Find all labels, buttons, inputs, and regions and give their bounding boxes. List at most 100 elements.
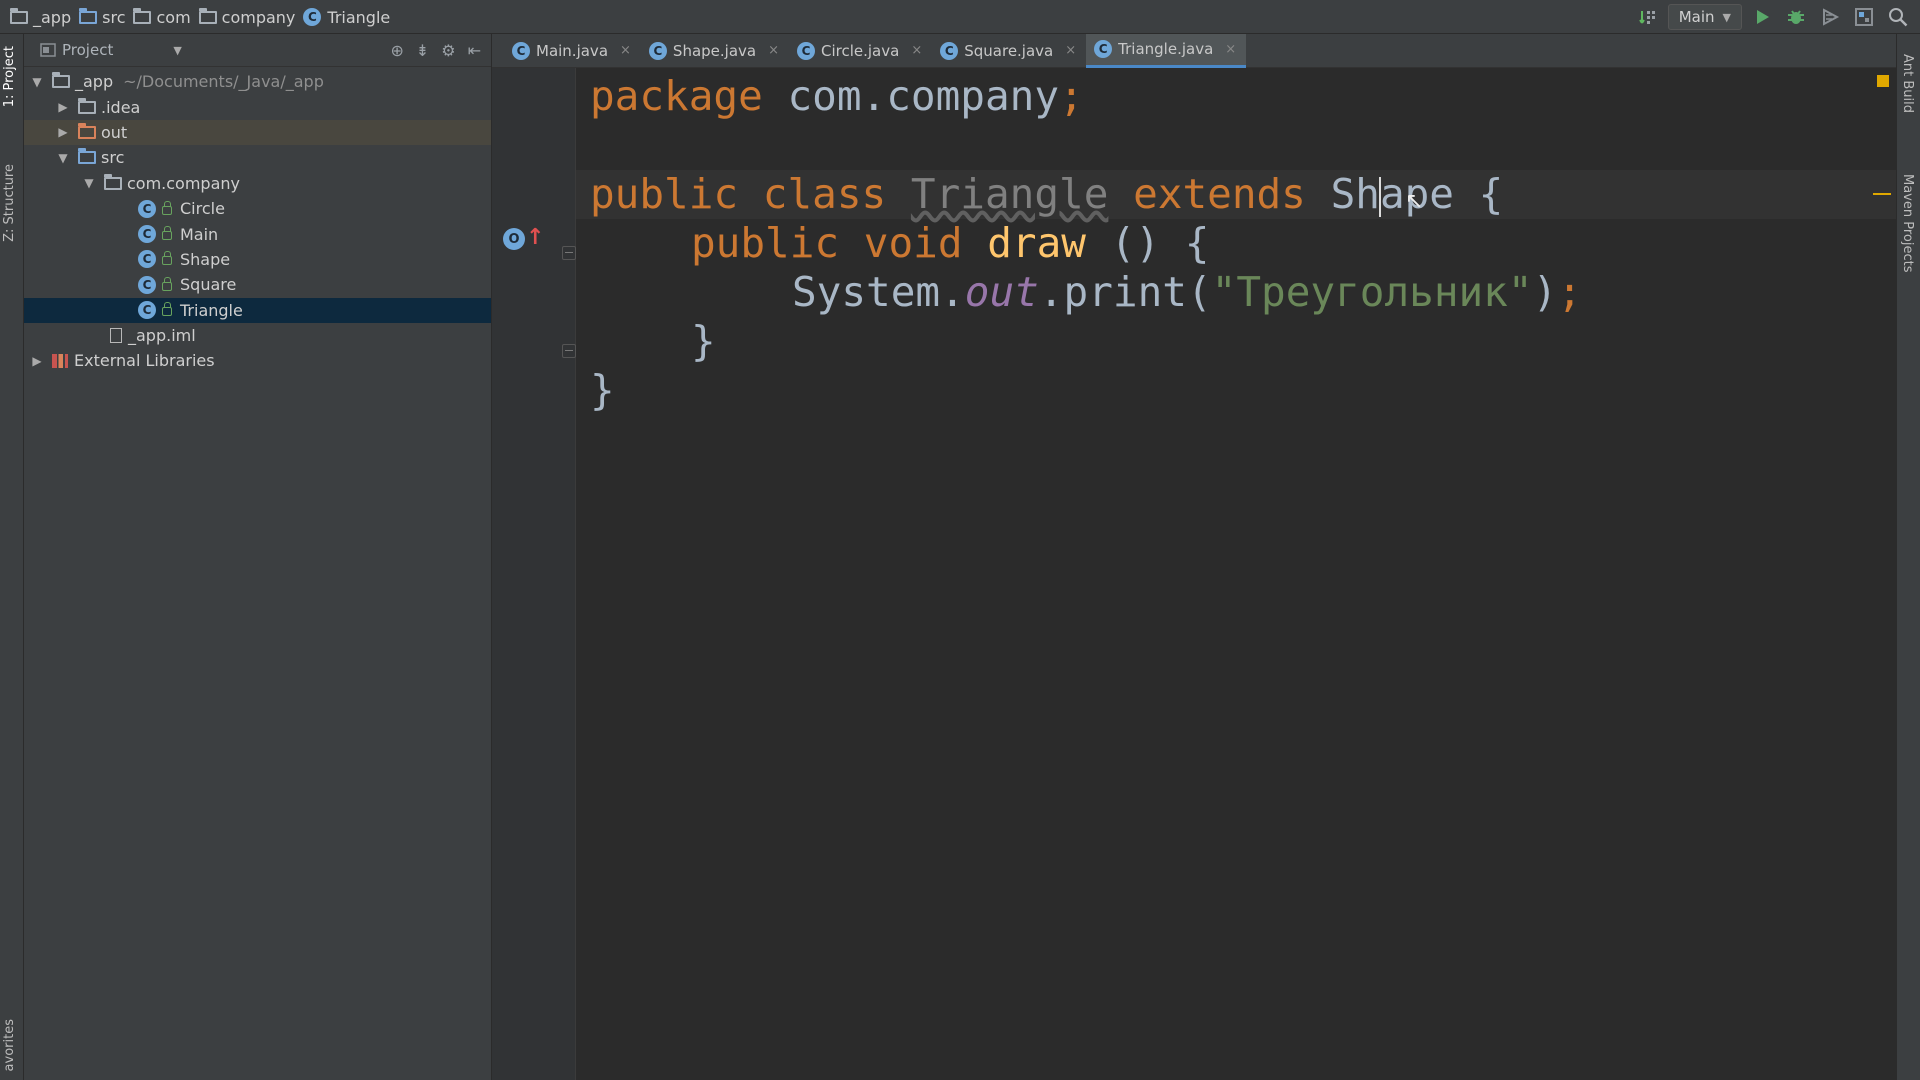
arrow-up-icon[interactable]: ↑: [526, 225, 544, 250]
tree-node-label: com.company: [127, 173, 240, 193]
close-icon[interactable]: ×: [620, 43, 631, 58]
override-marker-icon[interactable]: O: [503, 228, 525, 250]
debug-button[interactable]: [1782, 3, 1810, 31]
chevron-down-icon[interactable]: ▼: [173, 44, 181, 57]
code-line-1[interactable]: package com.company;: [590, 72, 1084, 121]
tab-label: Main.java: [536, 41, 609, 60]
tab-label: Circle.java: [821, 41, 900, 60]
tree-node-label: External Libraries: [74, 351, 215, 371]
class-icon: C: [648, 41, 667, 60]
project-tree: ▼ _app ~/Documents/_Java/_app ▶ .idea ▶ …: [24, 67, 491, 374]
project-structure-button[interactable]: [1850, 3, 1878, 31]
class-icon: C: [138, 275, 156, 294]
class-icon: C: [1094, 40, 1113, 58]
lock-icon: [162, 226, 172, 241]
error-stripe-mark[interactable]: [1873, 193, 1891, 195]
tool-window-project-tab[interactable]: 1: Project: [2, 46, 17, 107]
hide-panel-icon[interactable]: ⇤: [468, 41, 481, 60]
module-folder-icon: [52, 72, 70, 89]
breadcrumb-item-src[interactable]: src: [79, 7, 125, 27]
tool-window-ant-build-tab[interactable]: Ant Build: [1900, 54, 1915, 113]
run-with-coverage-button[interactable]: [1816, 3, 1844, 31]
chevron-down-icon[interactable]: ▼: [82, 176, 96, 190]
string-literal: "Треугольник": [1211, 268, 1533, 316]
code-line-6[interactable]: }: [691, 317, 716, 366]
chevron-right-icon[interactable]: ▶: [30, 354, 44, 368]
class-icon: C: [303, 8, 322, 26]
mouse-pointer-icon: ↖: [1405, 189, 1424, 214]
tree-node-app-iml[interactable]: _app.iml: [24, 323, 491, 348]
code-line-7[interactable]: }: [590, 366, 615, 415]
tree-node-square[interactable]: C Square: [24, 272, 491, 297]
coverage-icon: [1823, 8, 1840, 26]
folder-icon: [198, 7, 217, 24]
run-configuration-select[interactable]: Main ▼: [1667, 4, 1742, 30]
tab-shape-java[interactable]: C Shape.java ×: [641, 34, 789, 68]
code-line-3[interactable]: public class Triangle extends Shape {: [590, 170, 1503, 219]
tab-label: Shape.java: [672, 41, 757, 60]
breadcrumb: _app src com company C Triangle: [10, 0, 398, 34]
code-editor[interactable]: package com.company; public class Triang…: [576, 68, 1896, 1080]
tree-node-circle[interactable]: C Circle: [24, 196, 491, 221]
navigation-bar: _app src com company C Triangle Main ▼: [0, 0, 1920, 34]
breadcrumb-item-app[interactable]: _app: [10, 7, 71, 27]
chevron-right-icon[interactable]: ▶: [56, 125, 70, 139]
tree-node-triangle[interactable]: C Triangle: [24, 297, 491, 323]
warning-status-marker[interactable]: [1877, 75, 1889, 87]
tree-node-src[interactable]: ▼ src: [24, 145, 491, 170]
tab-triangle-java[interactable]: C Triangle.java ×: [1086, 33, 1247, 68]
method-call: .print(: [1038, 268, 1212, 316]
class-icon: C: [940, 41, 959, 60]
tree-node-idea[interactable]: ▶ .idea: [24, 94, 491, 119]
tab-circle-java[interactable]: C Circle.java ×: [789, 34, 932, 68]
breadcrumb-item-com[interactable]: com: [133, 7, 191, 27]
tree-node-out[interactable]: ▶ out: [24, 119, 491, 146]
tree-node-main[interactable]: C Main: [24, 221, 491, 246]
tool-window-maven-tab[interactable]: Maven Projects: [1900, 174, 1915, 273]
tree-node-label: .idea: [101, 97, 141, 117]
project-tool-window: Project ▼ ⊕ ⇟ ⚙ ⇤ ▼ _app ~/Documents/_Ja…: [24, 34, 492, 1080]
tree-node-app[interactable]: ▼ _app ~/Documents/_Java/_app: [24, 69, 491, 94]
tab-square-java[interactable]: C Square.java ×: [932, 34, 1086, 68]
scroll-from-source-icon[interactable]: ⊕: [390, 41, 403, 60]
static-field: out: [964, 268, 1039, 316]
breadcrumb-item-company[interactable]: company: [198, 7, 295, 27]
keyword: public: [590, 170, 739, 218]
chevron-down-icon[interactable]: ▼: [56, 151, 70, 165]
close-icon[interactable]: ×: [768, 43, 779, 58]
code-line-4[interactable]: public void draw () {: [691, 219, 1209, 268]
folder-icon: [133, 7, 152, 24]
search-everywhere-button[interactable]: [1884, 3, 1912, 31]
collapse-all-icon[interactable]: ⇟: [416, 41, 429, 60]
lock-icon: [162, 302, 172, 317]
fold-toggle[interactable]: [562, 246, 576, 260]
close-icon[interactable]: ×: [1065, 43, 1076, 58]
make-project-button[interactable]: [1634, 3, 1662, 31]
folder-icon: [10, 7, 28, 24]
tab-main-java[interactable]: C Main.java ×: [504, 34, 641, 68]
close-icon[interactable]: ×: [1225, 42, 1236, 57]
chevron-down-icon: ▼: [1722, 10, 1731, 24]
breadcrumb-item-triangle[interactable]: C Triangle: [303, 8, 390, 27]
fold-toggle[interactable]: [562, 344, 576, 358]
chevron-right-icon[interactable]: ▶: [56, 100, 70, 114]
tab-label: Square.java: [964, 41, 1054, 60]
class-icon: C: [138, 250, 156, 269]
project-view-select[interactable]: Project: [62, 41, 113, 59]
lock-icon: [162, 276, 172, 291]
keyword: void: [863, 219, 963, 267]
tree-node-com-company[interactable]: ▼ com.company: [24, 171, 491, 196]
class-icon: C: [138, 301, 156, 320]
tab-label: Triangle.java: [1118, 40, 1214, 58]
run-button[interactable]: [1748, 3, 1776, 31]
code-line-5[interactable]: System.out.print("Треугольник");: [792, 268, 1582, 317]
tool-window-favorites-tab[interactable]: avorites: [2, 1019, 17, 1071]
tool-window-structure-tab[interactable]: Z: Structure: [2, 164, 17, 242]
tree-node-path: ~/Documents/_Java/_app: [123, 72, 324, 92]
tree-node-label: Circle: [180, 199, 225, 219]
gear-icon[interactable]: ⚙: [441, 41, 455, 60]
tree-node-shape[interactable]: C Shape: [24, 247, 491, 272]
tree-node-external-libraries[interactable]: ▶ External Libraries: [24, 348, 491, 373]
close-icon[interactable]: ×: [911, 43, 922, 58]
chevron-down-icon[interactable]: ▼: [30, 75, 44, 89]
